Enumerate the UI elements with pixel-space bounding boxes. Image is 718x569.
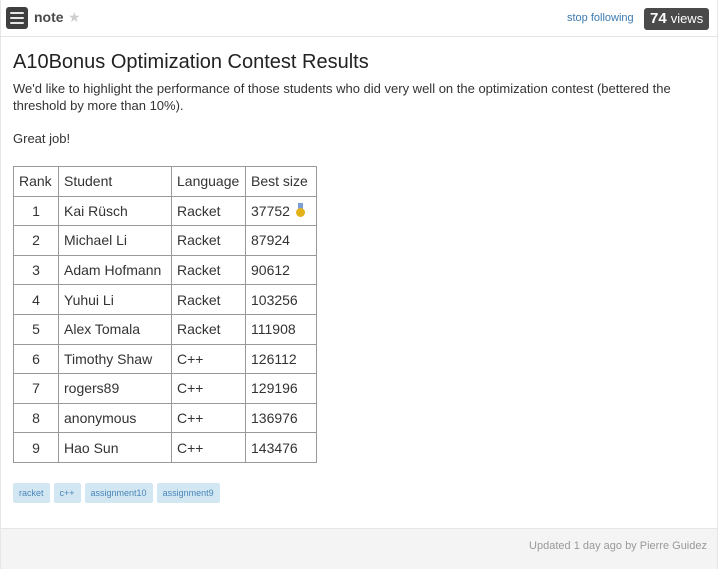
best-size-cell: 90612 xyxy=(245,254,317,286)
header-rank: Rank xyxy=(13,166,59,197)
language-cell: Racket xyxy=(171,284,246,315)
best-size-cell: 136976 xyxy=(245,402,317,434)
post-intro: We'd like to highlight the performance o… xyxy=(13,81,671,113)
updated-info: Updated 1 day ago by Pierre Guidez xyxy=(529,540,707,552)
table-row: 6 Timothy Shaw C++ 126112 xyxy=(13,343,317,375)
table-row: 7 rogers89 C++ 129196 xyxy=(13,373,317,404)
stop-following-link[interactable]: stop following xyxy=(567,12,634,24)
language-cell: Racket xyxy=(171,254,246,286)
tag-cpp[interactable]: c++ xyxy=(53,483,81,503)
tag-assignment9[interactable]: assignment9 xyxy=(156,483,220,503)
best-size-cell: 111908 xyxy=(245,313,317,345)
views-count: 74 xyxy=(650,10,667,27)
star-icon[interactable]: ★ xyxy=(68,9,81,25)
student-cell: Hao Sun xyxy=(58,432,172,463)
best-size-value: 37752 xyxy=(251,202,290,219)
student-cell: Timothy Shaw xyxy=(58,343,172,375)
rank-cell: 8 xyxy=(13,402,59,434)
tag-assignment10[interactable]: assignment10 xyxy=(84,483,153,503)
note-label: note xyxy=(34,9,64,25)
results-table: Rank Student Language Best size 1 Kai Rü… xyxy=(13,166,317,463)
rank-cell: 7 xyxy=(13,373,59,404)
medal-icon xyxy=(295,202,305,217)
tag-racket[interactable]: racket xyxy=(13,483,50,503)
best-size-cell: 103256 xyxy=(245,284,317,315)
language-cell: C++ xyxy=(171,402,246,434)
best-size-cell: 126112 xyxy=(245,343,317,375)
table-row: 8 anonymous C++ 136976 xyxy=(13,402,317,434)
post-title: A10Bonus Optimization Contest Results xyxy=(13,51,369,73)
student-cell: rogers89 xyxy=(58,373,172,404)
table-row: 4 Yuhui Li Racket 103256 xyxy=(13,284,317,315)
student-cell: Kai Rüsch xyxy=(58,195,172,227)
best-size-cell: 37752 xyxy=(245,195,317,227)
views-text: views xyxy=(670,11,704,26)
student-cell: Yuhui Li xyxy=(58,284,172,315)
views-badge: 74 views xyxy=(644,8,710,30)
language-cell: Racket xyxy=(171,195,246,227)
rank-cell: 6 xyxy=(13,343,59,375)
post-footer: Updated 1 day ago by Pierre Guidez xyxy=(1,528,717,569)
best-size-cell: 143476 xyxy=(245,432,317,463)
tag-list: racket c++ assignment10 assignment9 xyxy=(13,483,220,503)
student-cell: Michael Li xyxy=(58,225,172,256)
table-row: 3 Adam Hofmann Racket 90612 xyxy=(13,254,317,286)
table-row: 5 Alex Tomala Racket 111908 xyxy=(13,313,317,345)
language-cell: C++ xyxy=(171,432,246,463)
student-cell: Adam Hofmann xyxy=(58,254,172,286)
language-cell: Racket xyxy=(171,225,246,256)
language-cell: Racket xyxy=(171,313,246,345)
table-row: 1 Kai Rüsch Racket 37752 xyxy=(13,195,317,227)
best-size-cell: 129196 xyxy=(245,373,317,404)
rank-cell: 9 xyxy=(13,432,59,463)
note-post: note ★ stop following 74 views A10Bonus … xyxy=(0,0,718,569)
rank-cell: 4 xyxy=(13,284,59,315)
rank-cell: 2 xyxy=(13,225,59,256)
header-best-size: Best size xyxy=(245,166,317,197)
rank-cell: 3 xyxy=(13,254,59,286)
table-header-row: Rank Student Language Best size xyxy=(13,166,317,197)
table-row: 9 Hao Sun C++ 143476 xyxy=(13,432,317,463)
language-cell: C++ xyxy=(171,373,246,404)
post-greeting: Great job! xyxy=(13,131,71,146)
rank-cell: 5 xyxy=(13,313,59,345)
student-cell: Alex Tomala xyxy=(58,313,172,345)
language-cell: C++ xyxy=(171,343,246,375)
student-cell: anonymous xyxy=(58,402,172,434)
header-language: Language xyxy=(171,166,246,197)
note-header: note ★ stop following 74 views xyxy=(1,0,717,37)
rank-cell: 1 xyxy=(13,195,59,227)
table-row: 2 Michael Li Racket 87924 xyxy=(13,225,317,256)
header-student: Student xyxy=(58,166,172,197)
menu-icon[interactable] xyxy=(6,7,28,29)
best-size-cell: 87924 xyxy=(245,225,317,256)
